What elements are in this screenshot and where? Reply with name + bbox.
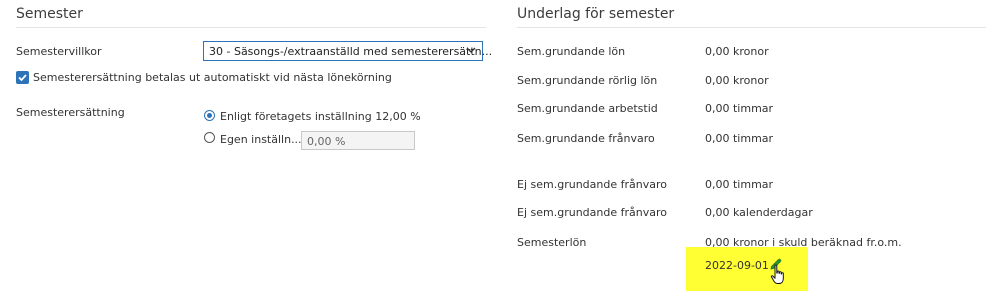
custom-percentage-input: 0,00 % [301,131,415,150]
semestervillkor-select[interactable]: 30 - Säsongs-/extraanställd med semester… [203,41,492,61]
semestervillkor-selected-value: 30 - Säsongs-/extraanställd med semester… [209,45,493,58]
semesterersattning-label: Semesterersättning [16,106,125,119]
radio-company-setting[interactable] [204,110,215,121]
checkmark-icon [18,74,27,82]
row-value: 0,00 kronor [705,45,769,58]
semestervillkor-label: Semestervillkor [16,45,102,58]
row-value: 0,00 kronor [705,74,769,87]
row-value: 0,00 kalenderdagar [705,206,813,219]
chevron-down-icon [466,47,476,53]
row-label-semesterlon: Semesterlön [517,236,587,249]
radio-custom-label: Egen inställn... [220,133,302,146]
section-title-semester: Semester [16,6,83,22]
row-label: Ej sem.grundande frånvaro [517,178,667,191]
auto-payout-checkbox[interactable] [16,71,29,84]
row-value: 0,00 timmar [705,102,774,115]
section-divider [517,27,986,28]
row-label: Sem.grundande rörlig lön [517,74,658,87]
row-label: Ej sem.grundande frånvaro [517,206,667,219]
custom-percentage-value: 0,00 % [307,135,346,148]
radio-company-label: Enligt företagets inställning 12,00 % [220,110,421,123]
row-value: 0,00 timmar [705,178,774,191]
auto-payout-label: Semesterersättning betalas ut automatisk… [33,71,392,84]
radio-custom-setting[interactable] [204,132,215,143]
row-label: Sem.grundande arbetstid [517,102,658,115]
section-title-underlag: Underlag för semester [517,6,675,22]
row-label: Sem.grundande lön [517,45,626,58]
row-label: Sem.grundande frånvaro [517,132,655,145]
section-divider [16,27,486,28]
row-value: 0,00 timmar [705,132,774,145]
hand-pointer-icon [770,264,784,284]
semesterlon-date: 2022-09-01 [705,259,769,272]
